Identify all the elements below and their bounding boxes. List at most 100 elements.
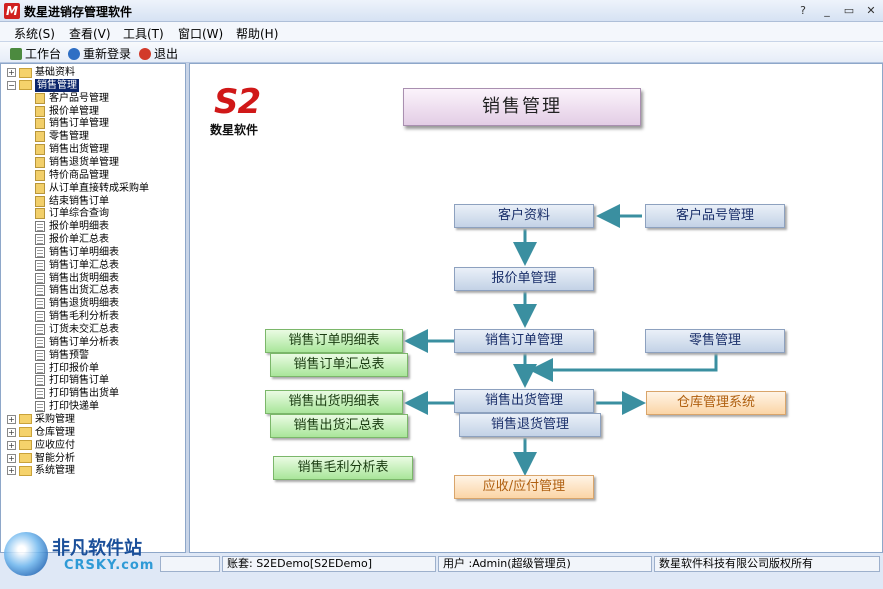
tree-node-bottom[interactable]: + 系统管理 (7, 464, 75, 477)
close-button[interactable]: ✕ (862, 3, 880, 19)
form-icon (35, 156, 45, 168)
tree-node-label: 打印销售出货单 (49, 388, 119, 400)
tree-node-label: 仓库管理 (35, 426, 75, 438)
relogin-label: 重新登录 (83, 47, 132, 61)
menu-tools[interactable]: 工具(T) (123, 25, 164, 42)
exit-button[interactable]: 退出 (139, 45, 178, 62)
expand-icon[interactable]: + (7, 440, 16, 450)
expand-icon[interactable]: + (7, 453, 16, 463)
box-ship[interactable]: 销售出货管理 (454, 389, 594, 413)
tree-node-sales[interactable]: 销售出货汇总表 (35, 284, 119, 297)
tree-node-label: 客户品号管理 (49, 92, 109, 104)
watermark-text: 非凡软件站 (52, 538, 142, 559)
tree-node-sales[interactable]: 报价单汇总表 (35, 233, 109, 246)
workbench-icon (10, 47, 22, 60)
tree-node-label: 报价单汇总表 (49, 234, 109, 246)
help-button[interactable]: ? (794, 3, 812, 19)
tree-node-label: 销售管理 (35, 78, 79, 92)
tree-node-sales[interactable]: 报价单管理 (35, 105, 99, 118)
tree-node-sales[interactable]: 销售订单汇总表 (35, 259, 119, 272)
box-quote[interactable]: 报价单管理 (454, 267, 594, 291)
relogin-button[interactable]: 重新登录 (68, 45, 131, 62)
tree-node-sales[interactable]: 打印销售出货单 (35, 387, 119, 400)
tree-node-label: 系统管理 (35, 465, 75, 477)
menu-view[interactable]: 查看(V) (69, 25, 111, 42)
collapse-icon[interactable]: − (7, 80, 16, 90)
tree-node-top[interactable]: − 销售管理 (7, 78, 79, 92)
box-ship-summary[interactable]: 销售出货汇总表 (270, 414, 408, 438)
box-customer-part[interactable]: 客户品号管理 (645, 204, 785, 228)
tree-node-label: 销售订单汇总表 (49, 259, 119, 271)
tree-node-sales[interactable]: 打印快递单 (35, 400, 99, 413)
tree-node-sales[interactable]: 销售退货单管理 (35, 156, 119, 169)
tree-node-sales[interactable]: 销售出货明细表 (35, 272, 119, 285)
tree-node-sales[interactable]: 订货未交汇总表 (35, 323, 119, 336)
tree-node-sales[interactable]: 从订单直接转成采购单 (35, 182, 149, 195)
maximize-button[interactable]: ▭ (840, 3, 858, 19)
box-order-detail[interactable]: 销售订单明细表 (265, 329, 403, 353)
menu-system[interactable]: 系统(S) (14, 25, 55, 42)
folder-icon (19, 440, 32, 451)
form-icon (35, 144, 45, 156)
box-customer[interactable]: 客户资料 (454, 204, 594, 228)
report-icon (35, 349, 45, 361)
tree-node-sales[interactable]: 客户品号管理 (35, 92, 109, 105)
folder-icon (19, 453, 32, 463)
minimize-button[interactable]: _ (818, 3, 836, 19)
form-icon (35, 131, 45, 143)
nav-tree[interactable]: + 基础资料 − 销售管理 客户品号管理 报价单管理 销售订单管理 零售管理 销售出货管理 销售退… (0, 63, 186, 553)
box-order-summary[interactable]: 销售订单汇总表 (270, 353, 408, 377)
tree-node-sales[interactable]: 打印销售订单 (35, 374, 109, 387)
box-order[interactable]: 销售订单管理 (454, 329, 594, 353)
tree-node-label: 特价商品管理 (49, 169, 109, 181)
folder-icon (19, 80, 32, 91)
form-icon (35, 182, 45, 194)
tree-node-label: 报价单明细表 (49, 221, 109, 233)
box-profit[interactable]: 销售毛利分析表 (273, 456, 413, 480)
tree-node-sales[interactable]: 订单综合查询 (35, 207, 109, 220)
tree-node-bottom[interactable]: + 应收应付 (7, 439, 75, 452)
tree-node-bottom[interactable]: + 仓库管理 (7, 426, 75, 439)
expand-icon[interactable]: + (7, 466, 16, 476)
tree-node-bottom[interactable]: + 采购管理 (7, 413, 75, 426)
report-icon (35, 234, 45, 246)
tree-node-sales[interactable]: 销售预警 (35, 349, 89, 362)
folder-icon (19, 465, 32, 476)
tree-node-sales[interactable]: 销售出货管理 (35, 143, 109, 156)
form-icon (35, 195, 45, 207)
box-ar-ap[interactable]: 应收/应付管理 (454, 475, 594, 499)
box-ship-detail[interactable]: 销售出货明细表 (265, 390, 403, 414)
watermark-logo-icon (4, 532, 48, 576)
tree-node-sales[interactable]: 销售毛利分析表 (35, 310, 119, 323)
tree-node-label: 销售订单管理 (49, 118, 109, 130)
title-bar: M 数星进销存管理软件 ? _ ▭ ✕ (0, 0, 883, 22)
menu-window[interactable]: 窗口(W) (178, 25, 223, 42)
tree-node-sales[interactable]: 结束销售订单 (35, 195, 109, 208)
tree-node-bottom[interactable]: + 智能分析 (7, 452, 75, 465)
tree-node-sales[interactable]: 零售管理 (35, 130, 89, 143)
box-warehouse[interactable]: 仓库管理系统 (646, 391, 786, 415)
toolbar: 工作台 重新登录 退出 (0, 42, 883, 63)
status-cell-empty (160, 556, 220, 572)
box-return[interactable]: 销售退货管理 (459, 413, 601, 437)
tree-node-sales[interactable]: 销售订单分析表 (35, 336, 119, 349)
report-icon (35, 362, 45, 374)
tree-node-top[interactable]: + 基础资料 (7, 66, 75, 79)
tree-node-sales[interactable]: 销售订单管理 (35, 117, 109, 130)
tree-node-label: 销售退货明细表 (49, 298, 119, 310)
tree-node-sales[interactable]: 报价单明细表 (35, 220, 109, 233)
watermark: 非凡软件站 CRSKY.com (0, 526, 165, 589)
tree-node-sales[interactable]: 打印报价单 (35, 362, 99, 375)
tree-node-sales[interactable]: 特价商品管理 (35, 169, 109, 182)
tree-node-sales[interactable]: 销售订单明细表 (35, 246, 119, 259)
report-icon (35, 221, 45, 233)
expand-icon[interactable]: + (7, 427, 16, 437)
workbench-button[interactable]: 工作台 (10, 45, 61, 62)
expand-icon[interactable]: + (7, 68, 16, 77)
report-icon (35, 336, 45, 348)
box-retail[interactable]: 零售管理 (645, 329, 785, 353)
tree-node-sales[interactable]: 销售退货明细表 (35, 297, 119, 310)
form-icon (35, 105, 45, 117)
expand-icon[interactable]: + (7, 414, 16, 424)
menu-help[interactable]: 帮助(H) (236, 25, 278, 42)
